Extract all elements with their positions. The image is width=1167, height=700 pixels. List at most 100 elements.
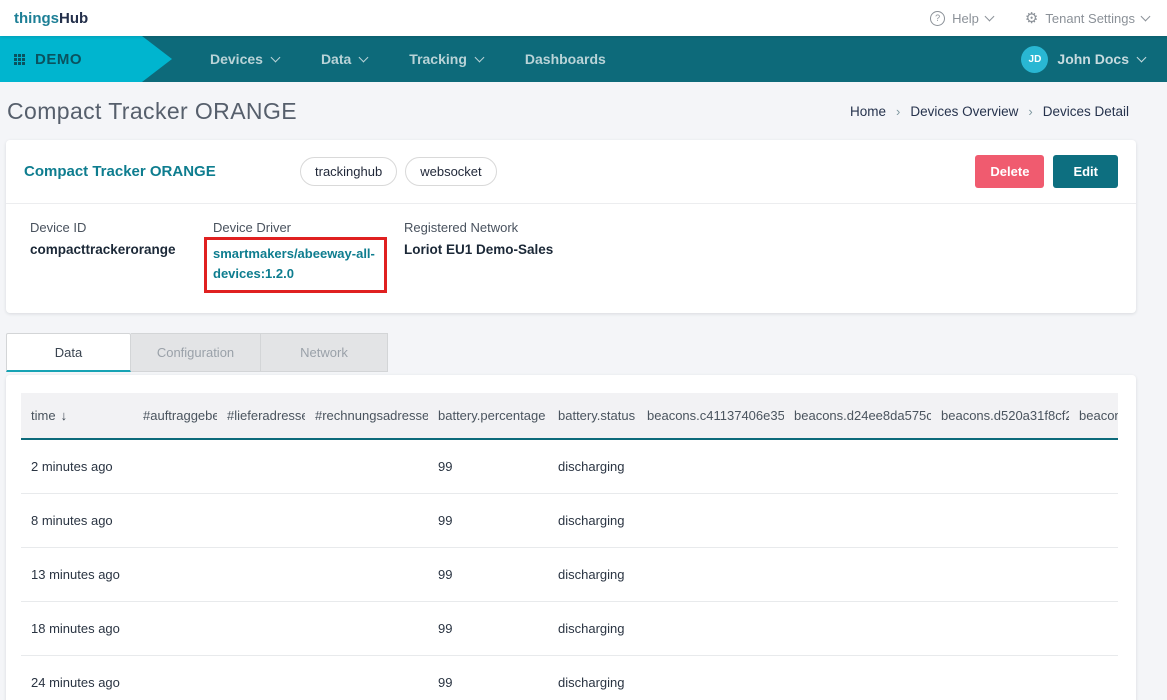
column-header-time[interactable]: time ↓ [21, 393, 133, 439]
breadcrumb-devices-overview[interactable]: Devices Overview [910, 104, 1018, 119]
chevron-down-icon [1137, 52, 1147, 62]
table-cell [931, 656, 1069, 700]
nav-item-tracking[interactable]: Tracking [409, 51, 483, 67]
chevron-down-icon [984, 11, 994, 21]
delete-button[interactable]: Delete [975, 155, 1044, 188]
tenant-switcher[interactable]: DEMO [0, 36, 172, 82]
table-cell [133, 439, 217, 494]
tenant-settings-menu[interactable]: ⚙ Tenant Settings [1025, 11, 1149, 26]
nav-label: Dashboards [525, 51, 606, 67]
tenant-name: DEMO [35, 51, 82, 68]
column-header-beacon-4[interactable]: beacons. [1069, 393, 1118, 439]
table-row: 24 minutes ago 99 discharging [21, 656, 1118, 700]
table-cell [305, 656, 428, 700]
table-row: 2 minutes ago 99 discharging [21, 439, 1118, 494]
breadcrumb-separator-icon: › [896, 104, 900, 119]
table-cell [637, 494, 784, 548]
nav-item-data[interactable]: Data [321, 51, 367, 67]
column-header-beacon-3[interactable]: beacons.d520a31f8cf2 [931, 393, 1069, 439]
grid-icon [14, 54, 25, 65]
table-cell [784, 439, 931, 494]
breadcrumb-home[interactable]: Home [850, 104, 886, 119]
table-cell [217, 439, 305, 494]
table-cell [784, 656, 931, 700]
table-header-row: time ↓ #auftraggeber #lieferadresse #rech… [21, 393, 1118, 439]
field-registered-network: Registered Network Loriot EU1 Demo-Sales [404, 220, 553, 293]
top-bar: thingsHub ? Help ⚙ Tenant Settings [0, 0, 1167, 36]
registered-network-label: Registered Network [404, 220, 553, 235]
cell-battery-status: discharging [548, 439, 637, 494]
cell-time: 2 minutes ago [21, 439, 133, 494]
main-navbar: DEMO Devices Data Tracking Dashboards JD… [0, 36, 1167, 82]
tab-data[interactable]: Data [6, 333, 131, 372]
table-cell [217, 656, 305, 700]
cell-time: 13 minutes ago [21, 548, 133, 602]
table-cell [217, 602, 305, 656]
table-cell [931, 602, 1069, 656]
help-menu[interactable]: ? Help [930, 11, 993, 26]
tag-websocket: websocket [405, 157, 496, 186]
table-cell [133, 602, 217, 656]
device-data-table: time ↓ #auftraggeber #lieferadresse #rech… [21, 393, 1118, 700]
table-cell [637, 548, 784, 602]
column-header-rechnungsadresse[interactable]: #rechnungsadresse [305, 393, 428, 439]
cell-battery-status: discharging [548, 548, 637, 602]
nav-item-devices[interactable]: Devices [210, 51, 279, 67]
column-header-lieferadresse[interactable]: #lieferadresse [217, 393, 305, 439]
tab-network[interactable]: Network [261, 333, 388, 372]
gear-icon: ⚙ [1025, 11, 1038, 26]
table-cell [784, 548, 931, 602]
field-device-driver: Device Driver smartmakers/abeeway-all-de… [213, 220, 404, 293]
device-detail-card: Compact Tracker ORANGE trackinghub webso… [6, 140, 1136, 313]
thingshub-logo[interactable]: thingsHub [14, 10, 88, 27]
cell-battery-percentage: 99 [428, 656, 548, 700]
table-scroll-area[interactable]: time ↓ #auftraggeber #lieferadresse #rech… [21, 393, 1118, 700]
user-menu[interactable]: JD John Docs [1021, 46, 1145, 73]
table-cell [784, 494, 931, 548]
tag-trackinghub: trackinghub [300, 157, 397, 186]
page-title: Compact Tracker ORANGE [7, 98, 297, 125]
cell-battery-percentage: 99 [428, 494, 548, 548]
edit-button[interactable]: Edit [1053, 155, 1118, 188]
table-cell [305, 439, 428, 494]
help-label: Help [952, 11, 979, 26]
tab-configuration[interactable]: Configuration [131, 333, 261, 372]
column-header-beacon-1[interactable]: beacons.c41137406e35 [637, 393, 784, 439]
table-cell [931, 439, 1069, 494]
sort-desc-icon: ↓ [61, 408, 68, 423]
user-name: John Docs [1057, 51, 1129, 67]
chevron-down-icon [359, 52, 369, 62]
avatar: JD [1021, 46, 1048, 73]
table-cell [133, 548, 217, 602]
nav-label: Data [321, 51, 351, 67]
cell-battery-percentage: 99 [428, 548, 548, 602]
cell-battery-status: discharging [548, 602, 637, 656]
table-cell [931, 548, 1069, 602]
nav-label: Devices [210, 51, 263, 67]
column-header-beacon-2[interactable]: beacons.d24ee8da575c [784, 393, 931, 439]
device-driver-link[interactable]: smartmakers/abeeway-all-devices:1.2.0 [213, 244, 378, 284]
breadcrumb-separator-icon: › [1028, 104, 1032, 119]
cell-time: 18 minutes ago [21, 602, 133, 656]
chevron-down-icon [270, 52, 280, 62]
table-cell [217, 494, 305, 548]
column-header-auftraggeber[interactable]: #auftraggeber [133, 393, 217, 439]
table-cell [305, 602, 428, 656]
nav-item-dashboards[interactable]: Dashboards [525, 51, 606, 67]
breadcrumb: Home › Devices Overview › Devices Detail [850, 104, 1129, 119]
device-driver-label: Device Driver [213, 220, 404, 235]
cell-battery-status: discharging [548, 656, 637, 700]
table-row: 18 minutes ago 99 discharging [21, 602, 1118, 656]
red-annotation-box: smartmakers/abeeway-all-devices:1.2.0 [204, 237, 387, 293]
logo-part-things: things [14, 10, 59, 27]
chevron-down-icon [474, 52, 484, 62]
column-header-battery-status[interactable]: battery.status [548, 393, 637, 439]
table-cell [637, 439, 784, 494]
logo-part-hub: Hub [59, 10, 88, 27]
table-cell [1069, 494, 1118, 548]
table-cell [931, 494, 1069, 548]
table-cell [1069, 439, 1118, 494]
chevron-down-icon [1141, 11, 1151, 21]
column-header-battery-percentage[interactable]: battery.percentage [428, 393, 548, 439]
column-label: time [31, 408, 56, 423]
